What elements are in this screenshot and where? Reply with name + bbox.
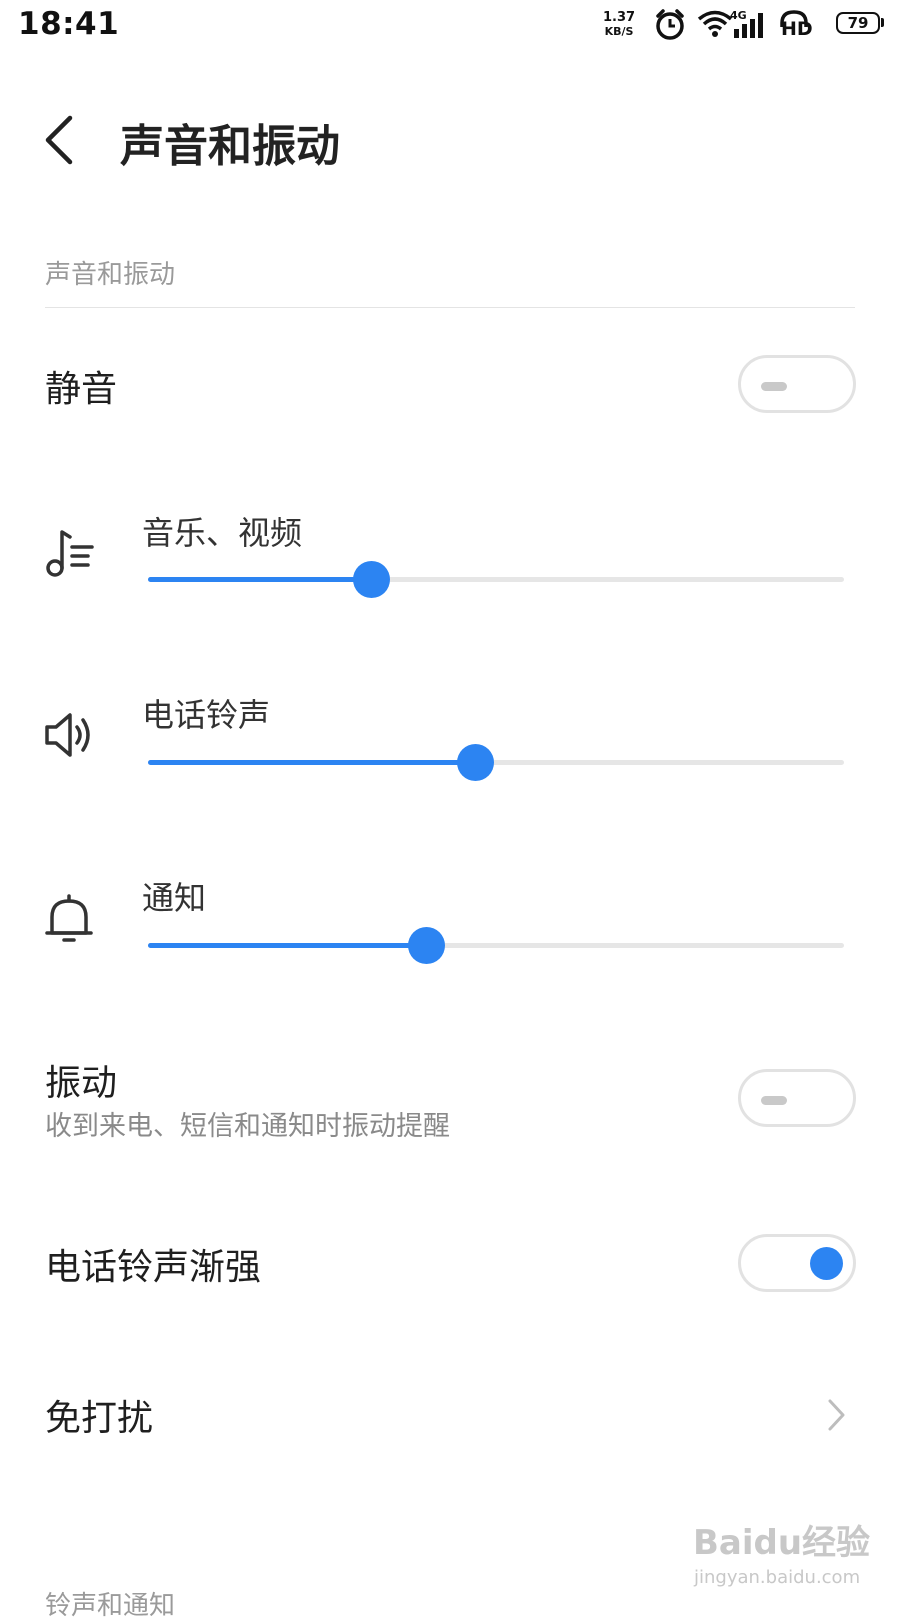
vibration-toggle[interactable] — [738, 1069, 856, 1127]
section-header-ringtones: 铃声和通知 — [45, 1591, 176, 1621]
status-time: 18:41 — [18, 6, 120, 42]
ringtone-crescendo-label: 电话铃声渐强 — [45, 1247, 262, 1288]
notification-volume-fill — [148, 943, 427, 948]
hd-label: HD — [781, 18, 813, 40]
wifi-icon — [697, 10, 733, 37]
battery-icon: 79 — [836, 12, 880, 34]
chevron-left-icon[interactable] — [40, 112, 80, 168]
chevron-right-icon[interactable] — [826, 1397, 848, 1433]
notification-volume-thumb[interactable] — [408, 927, 446, 964]
vibration-description: 收到来电、短信和通知时振动提醒 — [45, 1111, 450, 1142]
battery-tip — [881, 18, 884, 27]
alarm-icon — [656, 9, 684, 40]
divider — [45, 307, 855, 308]
bell-icon — [45, 894, 93, 942]
ringtone-volume-fill — [148, 760, 476, 765]
battery-level: 79 — [847, 14, 869, 32]
ringtone-volume-slider[interactable] — [148, 744, 844, 781]
music-volume-label: 音乐、视频 — [142, 514, 303, 552]
watermark-url: jingyan.baidu.com — [694, 1567, 861, 1588]
ringtone-volume-thumb[interactable] — [457, 744, 495, 781]
network-speed-unit: KB/S — [604, 25, 634, 38]
music-volume-fill — [148, 577, 371, 582]
watermark-logo: Baidu经验 — [693, 1523, 871, 1563]
toggle-knob — [810, 1247, 843, 1280]
music-volume-slider[interactable] — [148, 561, 844, 598]
section-header: 声音和振动 — [45, 260, 176, 290]
music-volume-thumb[interactable] — [352, 561, 390, 598]
mute-label: 静音 — [45, 369, 118, 410]
notification-volume-label: 通知 — [142, 879, 207, 917]
ringtone-volume-label: 电话铃声 — [142, 696, 271, 734]
music-note-icon — [46, 530, 94, 577]
page-title: 声音和振动 — [120, 121, 340, 172]
network-speed-value: 1.37 — [603, 10, 636, 25]
mute-toggle[interactable] — [738, 355, 856, 413]
network-speed: 1.37 KB/S — [603, 11, 635, 39]
ringtone-crescendo-toggle[interactable] — [738, 1234, 856, 1292]
notification-volume-slider[interactable] — [148, 927, 844, 964]
do-not-disturb-label[interactable]: 免打扰 — [45, 1389, 153, 1441]
signal-icon — [734, 13, 763, 38]
speaker-icon — [45, 713, 90, 757]
vibration-label: 振动 — [45, 1063, 118, 1104]
